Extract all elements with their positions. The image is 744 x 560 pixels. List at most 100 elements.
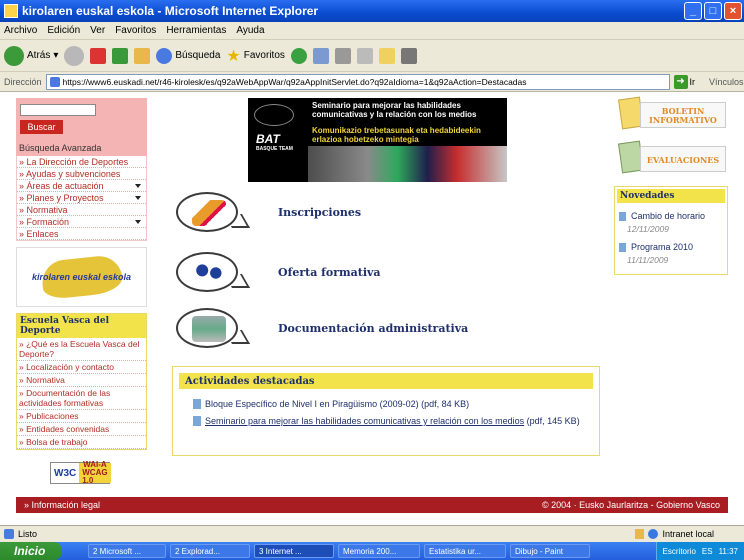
task-paint[interactable]: Dibujo - Paint (510, 544, 590, 558)
main-nav: » La Dirección de Deportes » Ayudas y su… (16, 156, 147, 241)
back-button[interactable]: Atrás ▾ (4, 45, 58, 66)
research-icon[interactable] (400, 47, 417, 64)
pencil-icon (176, 192, 238, 232)
escuela-item[interactable]: » Entidades convenidas (17, 423, 146, 436)
toolbar: Atrás ▾ Búsqueda ★ Favoritos (0, 40, 744, 72)
task-estatistika[interactable]: Estatistika ur... (424, 544, 506, 558)
star-icon: ★ (226, 47, 241, 65)
clock: 11:37 (718, 546, 738, 556)
escuela-item[interactable]: » Publicaciones (17, 410, 146, 423)
advanced-search-link[interactable]: Búsqueda Avanzada (19, 143, 101, 153)
escuela-item[interactable]: » ¿Qué es la Escuela Vasca del Deporte? (17, 338, 146, 361)
dropdown-arrow-icon[interactable] (135, 220, 141, 224)
novedades-box: Novedades Cambio de horario 12/11/2009 P… (614, 186, 728, 275)
edit-icon[interactable] (356, 47, 373, 64)
kirolaren-logo[interactable]: kirolaren euskal eskola (16, 247, 147, 307)
stop-icon[interactable] (90, 47, 107, 64)
minimize-button[interactable]: _ (684, 2, 702, 20)
oferta-row[interactable]: Oferta formativa (176, 252, 381, 292)
right-column: BOLETIN INFORMATIVO EVALUACIONES Novedad… (614, 96, 728, 275)
search-submit-button[interactable]: Buscar (20, 120, 63, 134)
start-button[interactable]: Inicio (0, 542, 62, 560)
forward-button[interactable] (64, 45, 85, 66)
links-bar[interactable]: Vínculos (709, 77, 744, 87)
documentacion-row[interactable]: Documentación administrativa (176, 308, 468, 348)
refresh-icon[interactable] (112, 47, 129, 64)
nav-item[interactable]: » Planes y Proyectos (17, 192, 146, 204)
actividad-item[interactable]: Seminario para mejorar las habilidades c… (193, 416, 599, 427)
nav-item[interactable]: » Ayudas y subvenciones (17, 168, 146, 180)
dropdown-arrow-icon[interactable] (135, 184, 141, 188)
copyright-text: © 2004 · Eusko Jaurlaritza - Gobierno Va… (541, 500, 720, 510)
banner-emblem (254, 104, 294, 126)
menu-favoritos[interactable]: Favoritos (115, 25, 156, 36)
novedad-date: 12/11/2009 (627, 224, 669, 234)
mail-icon[interactable] (312, 47, 329, 64)
informacion-legal-link[interactable]: » Información legal (24, 500, 100, 510)
menu-archivo[interactable]: Archivo (4, 25, 37, 36)
novedad-date: 11/11/2009 (627, 255, 669, 265)
evaluaciones-button[interactable]: EVALUACIONES (614, 140, 728, 176)
novedad-item[interactable]: Programa 2010 (619, 242, 727, 252)
task-memoria[interactable]: Memoria 200... (338, 544, 420, 558)
task-explorer[interactable]: 2 Explorad... (170, 544, 250, 558)
back-arrow-icon (4, 45, 24, 66)
document-icon (619, 242, 626, 252)
address-bar: Dirección https://www6.euskadi.net/r46-k… (0, 72, 744, 92)
print-icon[interactable] (334, 47, 351, 64)
lock-icon (635, 529, 645, 539)
escuela-title: Escuela Vasca del Deporte (17, 314, 146, 338)
novedad-item[interactable]: Cambio de horario (619, 211, 727, 221)
search-input[interactable] (20, 104, 96, 116)
seminario-link[interactable]: Seminario para mejorar las habilidades c… (205, 416, 524, 426)
boletin-button[interactable]: BOLETIN INFORMATIVO (614, 96, 728, 132)
search-icon (156, 47, 173, 64)
task-internet[interactable]: 3 Internet ... (254, 544, 334, 558)
dropdown-arrow-icon[interactable] (135, 196, 141, 200)
w3c-badge[interactable]: W3C WAI-A WCAG 1.0 (50, 461, 111, 485)
nav-item[interactable]: » Formación (17, 216, 146, 228)
menu-edicion[interactable]: Edición (47, 25, 80, 36)
page-footer: » Información legal © 2004 · Eusko Jaurl… (16, 497, 728, 513)
language-indicator[interactable]: ES (702, 547, 713, 556)
evaluaciones-label: EVALUACIONES (640, 146, 726, 172)
go-arrow-icon: ➜ (673, 74, 688, 89)
logo-text: kirolaren euskal eskola (31, 271, 132, 282)
nav-item[interactable]: » Áreas de actuación (17, 180, 146, 192)
search-button[interactable]: Búsqueda (156, 47, 220, 64)
novedades-title: Novedades (617, 189, 725, 203)
actividad-item[interactable]: Bloque Específico de Nivel I en Piragüis… (193, 399, 599, 410)
menu-ver[interactable]: Ver (90, 25, 105, 36)
close-button[interactable]: × (724, 2, 742, 20)
nav-item[interactable]: » Normativa (17, 204, 146, 216)
banner-text-eu: Komunikazio trebetasunak eta hedabideeki… (312, 126, 481, 144)
nav-item[interactable]: » Enlaces (17, 228, 146, 240)
address-label: Dirección (4, 76, 42, 87)
escuela-item[interactable]: » Normativa (17, 374, 146, 387)
go-button[interactable]: ➜ Ir (673, 74, 695, 89)
favorites-button[interactable]: ★ Favoritos (226, 46, 284, 66)
oferta-link[interactable]: Oferta formativa (278, 266, 381, 279)
window-title: kirolaren euskal eskola - Microsoft Inte… (22, 4, 319, 18)
home-icon[interactable] (134, 47, 151, 64)
athletes-icon (176, 252, 238, 292)
inscripciones-link[interactable]: Inscripciones (278, 206, 361, 219)
address-input[interactable]: https://www6.euskadi.net/r46-kirolesk/es… (45, 73, 670, 90)
escuela-item[interactable]: » Bolsa de trabajo (17, 436, 146, 449)
desktop-label[interactable]: Escritorio (663, 547, 696, 556)
documentacion-link[interactable]: Documentación administrativa (278, 322, 468, 335)
history-icon[interactable] (290, 47, 307, 64)
nav-item[interactable]: » La Dirección de Deportes (17, 156, 146, 168)
menu-ayuda[interactable]: Ayuda (236, 25, 264, 36)
search-panel: Buscar Búsqueda Avanzada (16, 98, 147, 156)
system-tray: Escritorio ES 11:37 (655, 542, 744, 560)
escuela-item[interactable]: » Localización y contacto (17, 361, 146, 374)
inscripciones-row[interactable]: Inscripciones (176, 192, 361, 232)
escuela-item[interactable]: » Documentación de las actividades forma… (17, 387, 146, 410)
seminar-banner[interactable]: BAT BASQUE TEAM Seminario para mejorar la… (248, 98, 507, 182)
task-microsoft[interactable]: 2 Microsoft ... (88, 544, 166, 558)
maximize-button[interactable]: □ (704, 2, 722, 20)
folder-icon[interactable] (378, 47, 395, 64)
menu-herramientas[interactable]: Herramientas (166, 25, 226, 36)
banner-image (308, 146, 507, 182)
